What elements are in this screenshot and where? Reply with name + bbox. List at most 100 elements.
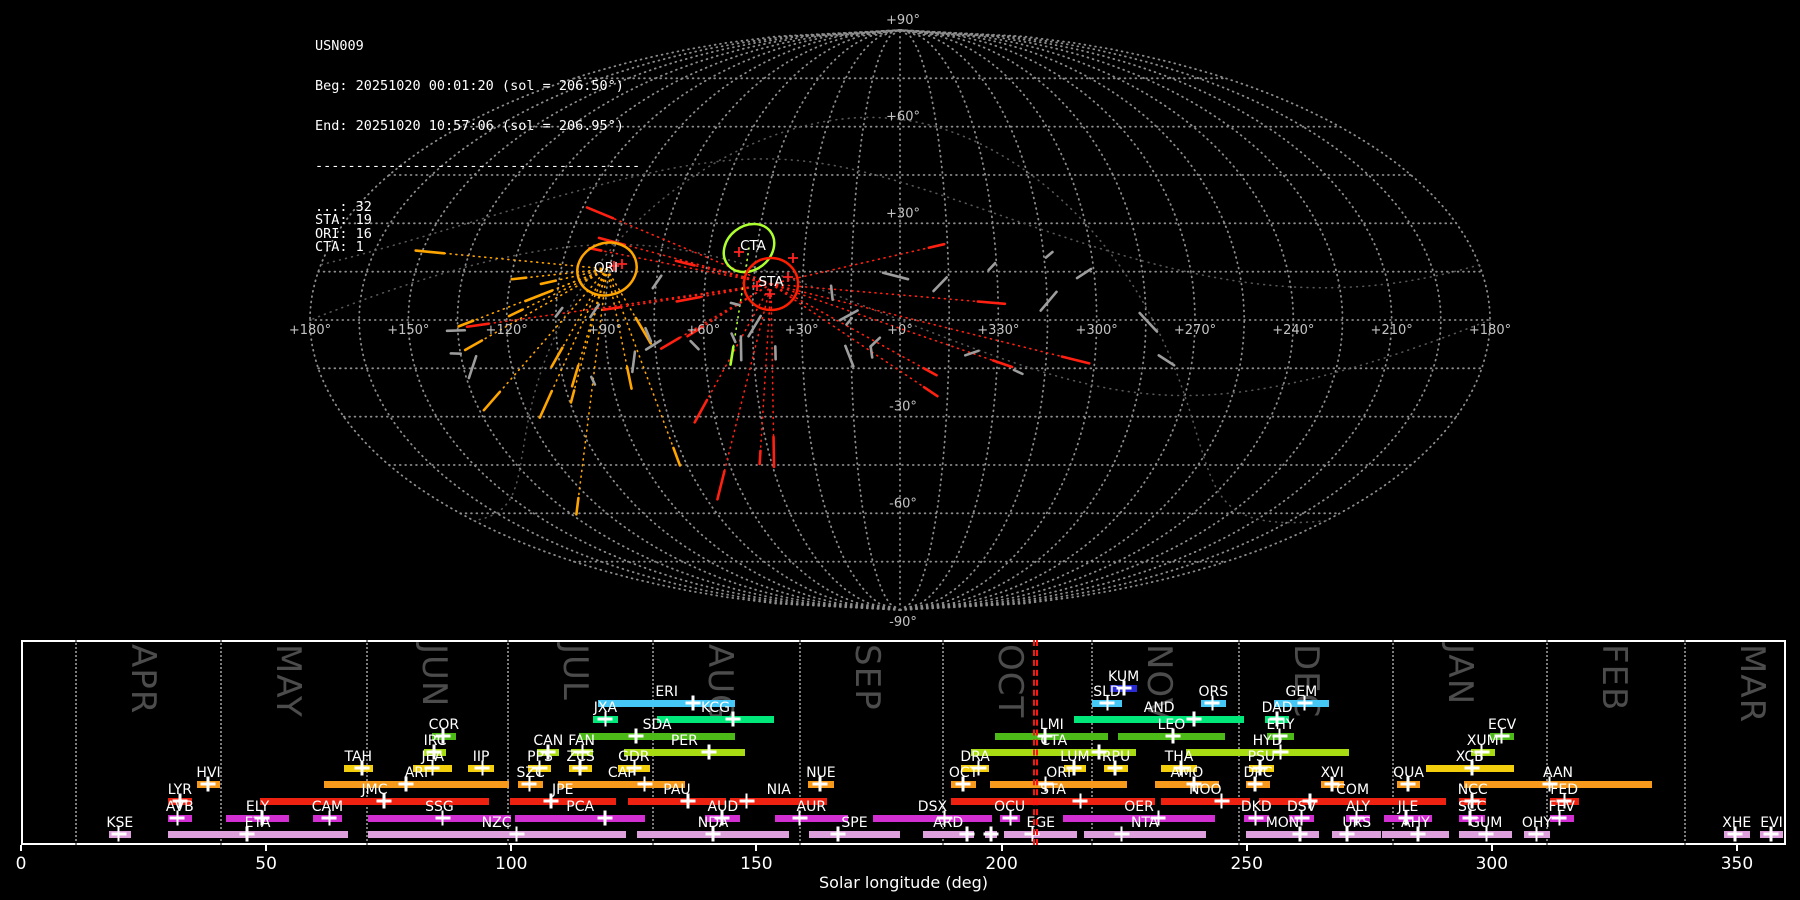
axis-tick-label: 50: [255, 854, 277, 874]
axis-tick: [265, 845, 268, 851]
shower-max-marker: [1107, 760, 1123, 776]
shower-max-marker: [637, 776, 653, 792]
shower-max-marker: [628, 728, 644, 744]
shower-bar-SPE: [808, 830, 901, 838]
shower-max-marker: [521, 776, 537, 792]
shower-max-marker: [376, 793, 392, 809]
shower-max-marker: [398, 776, 414, 792]
axis-tick-label: 350: [1720, 854, 1754, 874]
shower-max-marker: [959, 826, 975, 842]
shower-label-NIA: NIA: [766, 782, 791, 798]
shower-bar-PCA: [515, 814, 646, 822]
shower-max-marker: [1297, 695, 1313, 711]
longitude-label: +330°: [977, 323, 1019, 338]
longitude-label: +150°: [387, 323, 429, 338]
shower-max-marker: [792, 810, 808, 826]
shower-max-marker: [701, 744, 717, 760]
shower-max-marker: [1528, 826, 1544, 842]
shower-bar-EGE: [1004, 830, 1078, 838]
shower-max-marker: [169, 810, 185, 826]
month-label: APR: [123, 644, 164, 715]
shower-max-marker: [1727, 826, 1743, 842]
month-label: MAR: [1732, 644, 1773, 724]
shower-max-marker: [685, 695, 701, 711]
longitude-label: +300°: [1076, 323, 1118, 338]
longitude-label: +90°: [588, 323, 622, 338]
shower-max-marker: [239, 826, 255, 842]
shower-label-PCA: PCA: [566, 799, 595, 815]
shower-max-marker: [543, 793, 559, 809]
shower-max-marker: [474, 760, 490, 776]
longitude-label: +180°: [289, 323, 331, 338]
header-info: USN009 Beg: 20251020 00:01:20 (sol = 206…: [315, 13, 640, 268]
shower-bar-JPE: [509, 797, 616, 805]
shower-label-CAP: CAP: [607, 765, 636, 781]
shower-label-STA: STA: [1040, 782, 1066, 798]
longitude-label: +30°: [785, 323, 819, 338]
longitude-label: +180°: [1469, 323, 1511, 338]
month-label: JUL: [555, 644, 596, 701]
axis-tick: [1490, 845, 1493, 851]
shower-max-marker: [1400, 776, 1416, 792]
shower-max-marker: [1247, 776, 1263, 792]
shower-max-marker: [983, 826, 999, 842]
shower-max-marker: [1410, 826, 1426, 842]
month-gridline: [74, 640, 77, 845]
longitude-label: +60°: [686, 323, 720, 338]
shower-max-marker: [1464, 760, 1480, 776]
shower-max-marker: [955, 776, 971, 792]
shower-max-marker: [725, 711, 741, 727]
axis-tick: [1000, 845, 1003, 851]
shower-max-marker: [1248, 810, 1264, 826]
axis-tick: [1735, 845, 1738, 851]
shower-bar-NOO: [1160, 797, 1250, 805]
begin-time: Beg: 20251020 00:01:20 (sol = 206.50°): [315, 78, 624, 95]
shower-max-marker: [1478, 826, 1494, 842]
axis-tick-label: 250: [1230, 854, 1263, 874]
shower-max-marker: [1214, 793, 1230, 809]
axis-tick: [1245, 845, 1248, 851]
shower-bar-JMC: [259, 797, 490, 805]
shower-max-marker: [739, 793, 755, 809]
longitude-label: +120°: [486, 323, 528, 338]
axis-tick-label: 100: [495, 854, 528, 874]
shower-label-SPE: SPE: [841, 815, 868, 831]
shower-max-marker: [1339, 826, 1355, 842]
month-label: JUN: [414, 644, 455, 708]
shower-max-marker: [509, 826, 525, 842]
shower-max-marker: [354, 760, 370, 776]
latitude-label: +60°: [886, 110, 920, 125]
axis-tick: [755, 845, 758, 851]
shower-max-marker: [830, 826, 846, 842]
shower-bar-NZC: [367, 830, 626, 838]
activity-chart: APR MAY JUN JUL AUG SEP OCT NOV DEC JAN FEB MAR KUM E…: [21, 640, 1786, 845]
latitude-label: +30°: [886, 206, 920, 221]
separator: ----------------------------------------: [315, 158, 641, 175]
shower-label-ERI: ERI: [655, 684, 679, 700]
axis-tick-label: 0: [15, 854, 27, 874]
latitude-label: -90°: [889, 615, 917, 630]
count-line: CTA: 1: [315, 238, 364, 255]
shower-max-marker: [1292, 826, 1308, 842]
shower-max-marker: [1186, 711, 1202, 727]
shower-max-marker: [572, 760, 588, 776]
shower-max-marker: [1551, 810, 1567, 826]
shower-bar-ETA: [167, 830, 348, 838]
sky-map: +180° +150° +120° +90° +60° +30° +0° +330° +300°…: [289, 13, 1511, 630]
shower-label-CTA: CTA: [1040, 733, 1068, 749]
longitude-label: +0°: [887, 323, 913, 338]
shower-max-marker: [200, 776, 216, 792]
shower-bar-MON: [1246, 830, 1319, 838]
latitude-label: +90°: [886, 13, 920, 28]
shower-label-PER: PER: [670, 733, 698, 749]
month-label: SEP: [846, 644, 887, 711]
shower-counts: ...: 32 STA: 19 ORI: 16 CTA: 1: [315, 200, 640, 255]
shower-max-marker: [812, 776, 828, 792]
shower-max-marker: [111, 826, 127, 842]
month-gridline: [1684, 640, 1687, 845]
shower-label-SDA: SDA: [642, 717, 672, 733]
longitude-label: +210°: [1371, 323, 1413, 338]
radiant-label-CTA: CTA: [740, 238, 767, 254]
shower-max-marker: [1763, 826, 1779, 842]
shower-max-marker: [597, 711, 613, 727]
